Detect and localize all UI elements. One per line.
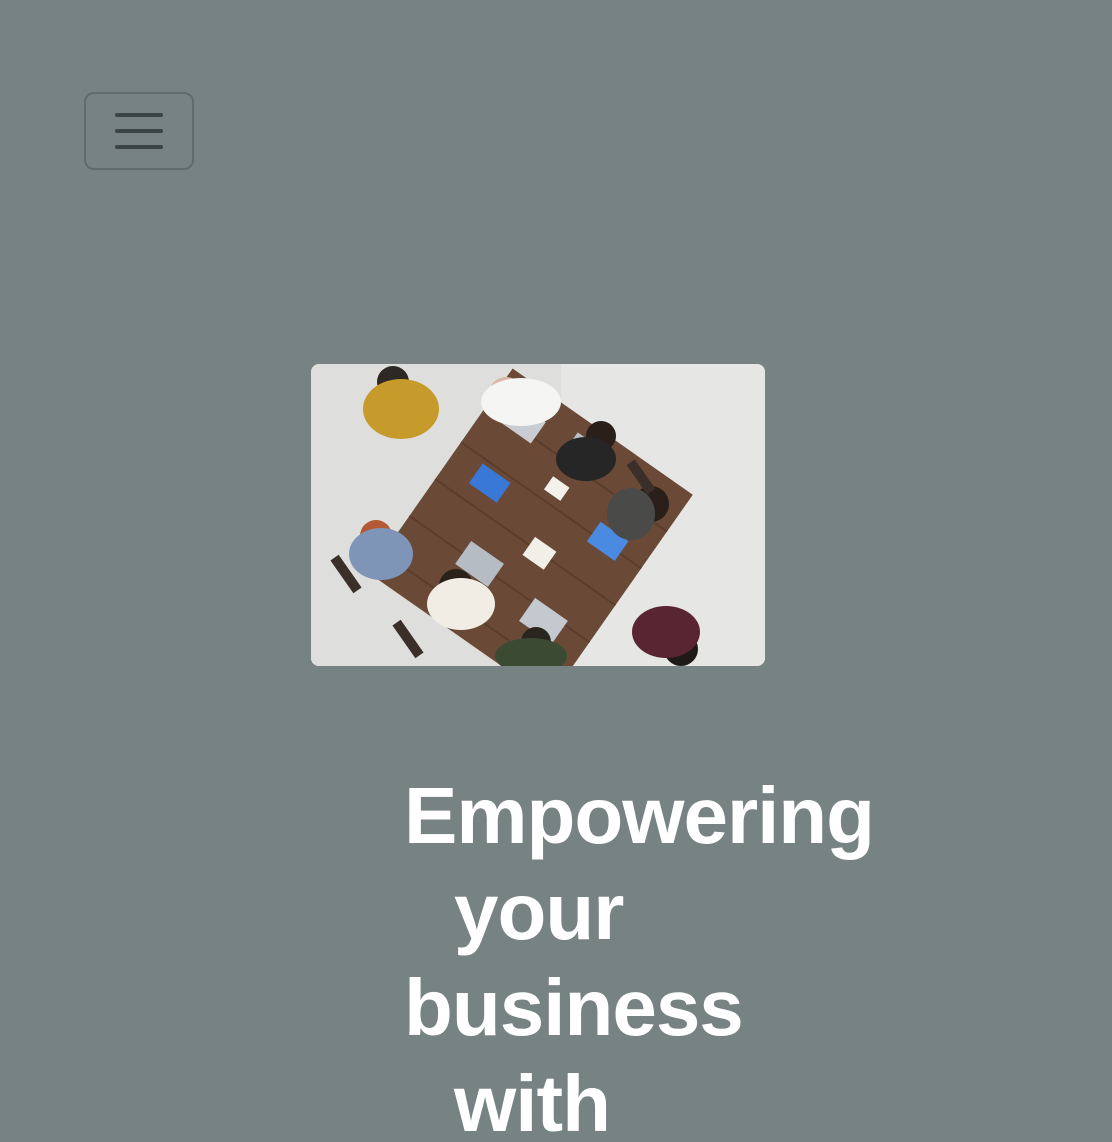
headline-line: business (404, 963, 744, 1052)
hamburger-menu-icon (115, 113, 163, 149)
team-meeting-photo (311, 364, 765, 666)
headline-line: with (454, 1059, 611, 1142)
page: Empowering your business with (0, 0, 1112, 1142)
headline-line: your (454, 867, 624, 956)
hero-image (311, 364, 765, 666)
hero-headline: Empowering your business with (404, 768, 875, 1142)
headline-line: Empowering (404, 771, 875, 860)
menu-toggle-button[interactable] (84, 92, 194, 170)
